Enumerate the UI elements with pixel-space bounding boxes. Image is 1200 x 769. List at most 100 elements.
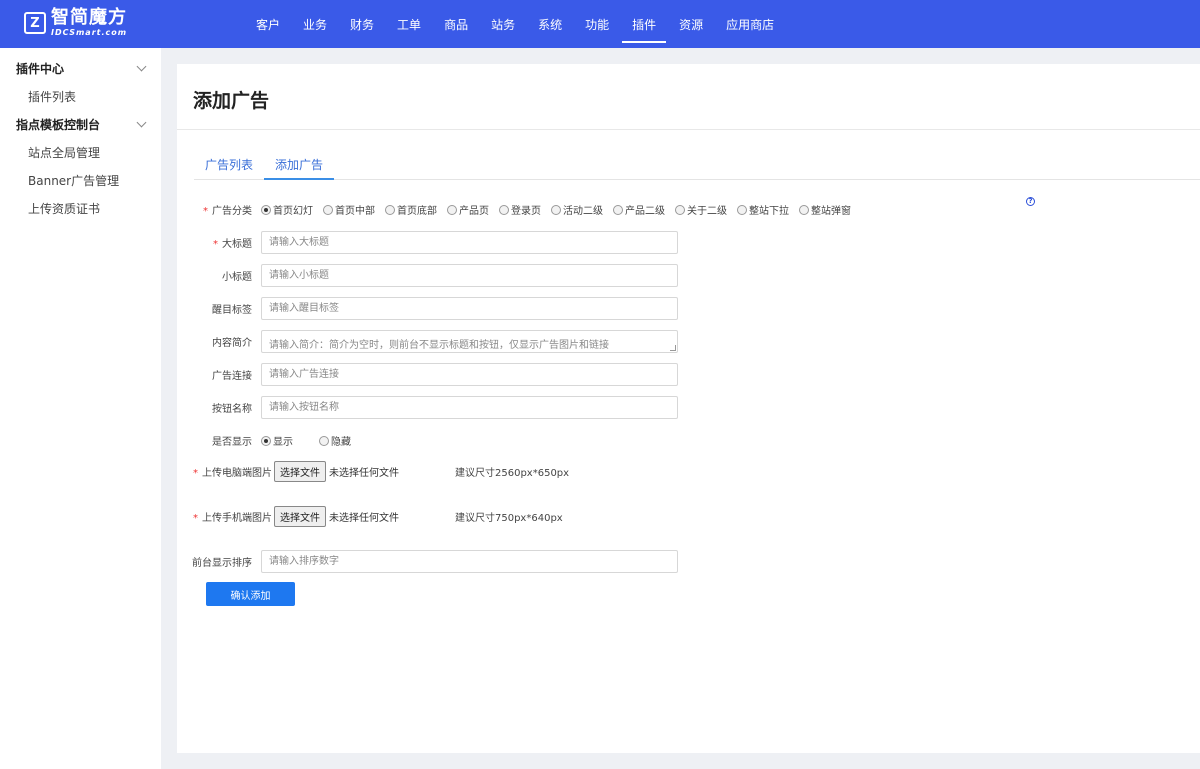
tag-row: 醒目标签	[177, 297, 678, 320]
chevron-down-icon	[136, 61, 147, 71]
radio-icon[interactable]	[323, 204, 333, 215]
intro-placeholder: 请输入简介：简介为空时，则前台不显示标题和按钮，仅显示广告图片和链接	[269, 340, 609, 351]
mobile-image-status: 未选择任何文件	[329, 513, 399, 524]
page-title: 添加广告	[193, 90, 270, 112]
category-option-site-popup[interactable]: 整站弹窗	[799, 202, 851, 217]
top-navbar: Z 智简魔方 IDCSmart.com 客户 业务 财务 工单 商品 站务 系统…	[0, 0, 1200, 48]
tag-input[interactable]	[261, 297, 678, 320]
radio-icon[interactable]	[551, 204, 561, 215]
sidebar-group-plugin-center[interactable]: 插件中心	[0, 54, 161, 82]
nav-resources[interactable]: 资源	[669, 0, 713, 48]
category-option-home-bottom[interactable]: 首页底部	[385, 202, 437, 217]
nav-business[interactable]: 业务	[293, 0, 337, 48]
sidebar: 插件中心 插件列表 指点模板控制台 站点全局管理 Banner广告管理 上传资质…	[0, 48, 161, 769]
category-option-activity-level2[interactable]: 活动二级	[551, 202, 603, 217]
submit-button[interactable]: 确认添加	[206, 582, 295, 606]
pc-image-choose-button[interactable]: 选择文件	[274, 461, 326, 482]
sidebar-item-plugin-list[interactable]: 插件列表	[0, 82, 161, 110]
required-mark: *	[213, 239, 218, 250]
main-card: 添加广告 广告列表 添加广告 * 广告分类 首页幻灯 首页中部 首页底部 产品页 …	[177, 64, 1200, 753]
main-nav: 客户 业务 财务 工单 商品 站务 系统 功能 插件 资源 应用商店	[246, 0, 787, 48]
category-option-login-page[interactable]: 登录页	[499, 202, 541, 217]
category-option-about-level2[interactable]: 关于二级	[675, 202, 727, 217]
button-name-input[interactable]	[261, 396, 678, 419]
tab-add-ad[interactable]: 添加广告	[264, 152, 335, 180]
nav-site-affairs[interactable]: 站务	[481, 0, 525, 48]
intro-textarea[interactable]: 请输入简介：简介为空时，则前台不显示标题和按钮，仅显示广告图片和链接	[261, 330, 678, 353]
visible-row: 是否显示 显示 隐藏	[177, 433, 361, 448]
nav-plugins[interactable]: 插件	[622, 0, 667, 48]
radio-icon[interactable]	[499, 204, 509, 215]
intro-row: 内容简介 请输入简介：简介为空时，则前台不显示标题和按钮，仅显示广告图片和链接	[177, 330, 678, 353]
nav-tickets[interactable]: 工单	[387, 0, 431, 48]
logo-text: 智简魔方	[51, 7, 127, 28]
tag-label: 醒目标签	[212, 305, 252, 316]
mobile-image-choose-button[interactable]: 选择文件	[274, 506, 326, 527]
category-option-home-slider[interactable]: 首页幻灯	[261, 202, 313, 217]
radio-icon[interactable]	[447, 204, 457, 215]
link-row: 广告连接	[177, 363, 678, 386]
chevron-down-icon	[136, 117, 147, 127]
pc-image-hint: 建议尺寸2560px*650px	[455, 468, 570, 479]
tab-ad-list[interactable]: 广告列表	[194, 152, 264, 180]
visible-option-hide[interactable]: 隐藏	[319, 433, 351, 448]
category-option-site-dropdown[interactable]: 整站下拉	[737, 202, 789, 217]
pc-image-row: * 上传电脑端图片 选择文件 未选择任何文件 建议尺寸2560px*650px	[193, 461, 569, 482]
radio-icon[interactable]	[737, 204, 747, 215]
subtitle-row: 小标题	[177, 264, 678, 287]
divider	[177, 129, 1200, 130]
resize-handle-icon[interactable]	[670, 345, 676, 351]
mobile-image-row: * 上传手机端图片 选择文件 未选择任何文件 建议尺寸750px*640px	[193, 506, 563, 527]
subtitle-input[interactable]	[261, 264, 678, 287]
sidebar-group-template-console[interactable]: 指点模板控制台	[0, 110, 161, 138]
logo[interactable]: Z 智简魔方 IDCSmart.com	[24, 9, 127, 37]
link-label: 广告连接	[212, 371, 252, 382]
visible-radio-group: 显示 隐藏	[261, 433, 361, 448]
nav-system[interactable]: 系统	[528, 0, 572, 48]
category-row: * 广告分类 首页幻灯 首页中部 首页底部 产品页 登录页 活动二级 产品二级 关…	[177, 202, 861, 217]
logo-subtext: IDCSmart.com	[51, 28, 128, 37]
title-input[interactable]	[261, 231, 678, 254]
pc-image-status: 未选择任何文件	[329, 468, 399, 479]
radio-icon[interactable]	[613, 204, 623, 215]
category-radio-group: 首页幻灯 首页中部 首页底部 产品页 登录页 活动二级 产品二级 关于二级 整站…	[261, 202, 861, 217]
pc-image-label: * 上传电脑端图片	[193, 468, 272, 479]
sidebar-item-upload-certificate[interactable]: 上传资质证书	[0, 194, 161, 222]
subtitle-label: 小标题	[222, 272, 252, 283]
title-label: * 大标题	[213, 239, 252, 250]
logo-icon: Z	[24, 12, 46, 34]
nav-customers[interactable]: 客户	[246, 0, 290, 48]
intro-label: 内容简介	[212, 338, 252, 349]
radio-checked-icon[interactable]	[261, 204, 271, 215]
button-name-label: 按钮名称	[212, 404, 252, 415]
sidebar-item-banner-ads[interactable]: Banner广告管理	[0, 166, 161, 194]
visible-label: 是否显示	[212, 437, 252, 448]
question-circle-icon[interactable]: ?	[1026, 197, 1035, 206]
required-mark: *	[193, 513, 198, 524]
nav-features[interactable]: 功能	[575, 0, 619, 48]
sidebar-group-label: 指点模板控制台	[16, 117, 101, 132]
category-option-home-middle[interactable]: 首页中部	[323, 202, 375, 217]
sidebar-group-label: 插件中心	[16, 61, 65, 76]
nav-products[interactable]: 商品	[434, 0, 478, 48]
radio-icon[interactable]	[385, 204, 395, 215]
mobile-image-label: * 上传手机端图片	[193, 513, 272, 524]
visible-option-show[interactable]: 显示	[261, 433, 293, 448]
required-mark: *	[203, 206, 208, 217]
category-option-product-page[interactable]: 产品页	[447, 202, 489, 217]
radio-icon[interactable]	[799, 204, 809, 215]
sidebar-item-site-global[interactable]: 站点全局管理	[0, 138, 161, 166]
radio-icon[interactable]	[319, 435, 329, 446]
button-name-row: 按钮名称	[177, 396, 678, 419]
link-input[interactable]	[261, 363, 678, 386]
nav-finance[interactable]: 财务	[340, 0, 384, 48]
radio-checked-icon[interactable]	[261, 435, 271, 446]
nav-app-store[interactable]: 应用商店	[716, 0, 784, 48]
category-label: * 广告分类	[203, 206, 252, 217]
order-row: 前台显示排序	[177, 550, 678, 573]
order-input[interactable]	[261, 550, 678, 573]
required-mark: *	[193, 468, 198, 479]
radio-icon[interactable]	[675, 204, 685, 215]
order-label: 前台显示排序	[192, 558, 252, 569]
category-option-product-level2[interactable]: 产品二级	[613, 202, 665, 217]
